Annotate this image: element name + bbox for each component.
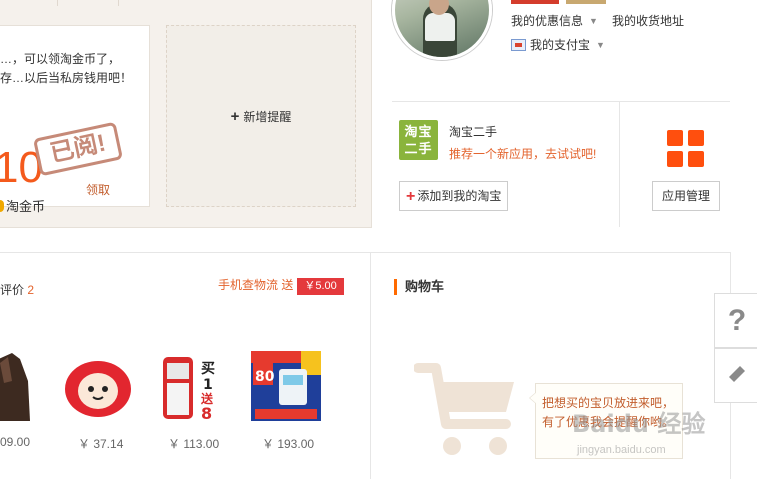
product-price: ￥ 193.00 (262, 437, 315, 451)
coin-icon (0, 200, 4, 212)
product-price: ￥ 113.00 (168, 437, 220, 451)
question-icon: ? (727, 303, 747, 337)
app-icon-text: 二手 (404, 141, 433, 156)
app-name[interactable]: 淘宝二手 (449, 123, 497, 140)
avatar-shirt (425, 13, 455, 41)
app-icon-text: 淘宝 (404, 124, 433, 139)
promo-text: 手机查物流 送 (218, 278, 294, 292)
svg-text:1: 1 (203, 377, 213, 393)
feedback-button[interactable] (714, 348, 757, 403)
product-price: ￥ 37.14 (78, 437, 124, 451)
read-stamp: 已阅! (32, 121, 124, 177)
my-coupons-link[interactable]: 我的优惠信息 ▼ (511, 12, 598, 29)
top-divider (57, 0, 58, 6)
edit-icon (726, 363, 748, 388)
coin-brand: 淘金币 (0, 196, 45, 215)
cart-title: 购物车 (394, 279, 444, 295)
help-button[interactable]: ? (714, 293, 757, 348)
review-count: 2 (27, 283, 35, 297)
product-thumbnail-jacket[interactable] (0, 351, 64, 421)
username-fragment (511, 0, 559, 4)
app-description: 推荐一个新应用，去试试吧! (449, 147, 597, 161)
product-thumbnail-cat-pillow[interactable] (63, 351, 133, 421)
svg-text:8: 8 (201, 404, 212, 421)
level-badge-fragment (566, 0, 606, 4)
avatar[interactable] (392, 0, 492, 60)
my-alipay-label: 我的支付宝 (530, 38, 591, 52)
add-to-my-taobao-button[interactable]: + 添加到我的淘宝 (399, 181, 509, 211)
app-manage-button[interactable]: 应用管理 (652, 181, 720, 211)
baidu-watermark: Baidu 经验 (572, 410, 706, 438)
my-address-label: 我的收货地址 (612, 14, 685, 28)
product-thumbnail-senior-phone[interactable]: 买 1 送 8 (157, 351, 227, 421)
svg-text:买: 买 (201, 361, 215, 377)
review-label: 评价 (0, 283, 25, 297)
divider (370, 252, 371, 479)
my-coupons-label: 我的优惠信息 (511, 14, 584, 28)
chevron-down-icon: ▼ (589, 16, 598, 26)
app-grid-icon (667, 130, 705, 168)
empty-cart-icon (413, 362, 524, 462)
coin-reminder-card[interactable]: …，可以领淘金币了，存…以后当私房钱用吧！ 10 已阅! 领取 淘金币 (0, 25, 150, 214)
promo-badge: ￥5.00 (297, 278, 344, 295)
add-to-my-taobao-label: 添加到我的淘宝 (417, 189, 502, 203)
coin-brand-label: 淘金币 (6, 199, 46, 214)
chevron-down-icon: ▼ (596, 40, 605, 50)
coin-reminder-text: …，可以领淘金币了，存…以后当私房钱用吧！ (0, 52, 133, 85)
baidu-watermark-url: jingyan.baidu.com (577, 444, 666, 456)
product-thumbnail-blood-pressure-monitor[interactable]: 80 (251, 351, 321, 421)
top-divider (118, 0, 119, 6)
svg-text:80: 80 (255, 369, 275, 385)
divider (392, 101, 730, 102)
pending-review[interactable]: 评价 2 (0, 281, 34, 298)
plus-icon: + (406, 188, 416, 205)
divider (619, 101, 620, 227)
my-alipay-link[interactable]: 我的支付宝 ▼ (511, 36, 605, 53)
product-price: 09.00 (0, 435, 31, 449)
add-reminder-label: 新增提醒 (243, 109, 292, 124)
logistics-promo[interactable]: 手机查物流 送 ￥5.00 (218, 276, 344, 295)
taobao-secondhand-app-icon[interactable]: 淘宝 二手 (399, 120, 438, 160)
divider (0, 252, 731, 253)
claim-link[interactable]: 领取 (86, 181, 110, 198)
my-address-link[interactable]: 我的收货地址 (612, 12, 684, 29)
alipay-icon (511, 39, 526, 51)
add-reminder-button[interactable]: + 新增提醒 (166, 25, 356, 207)
plus-icon: + (230, 107, 240, 125)
